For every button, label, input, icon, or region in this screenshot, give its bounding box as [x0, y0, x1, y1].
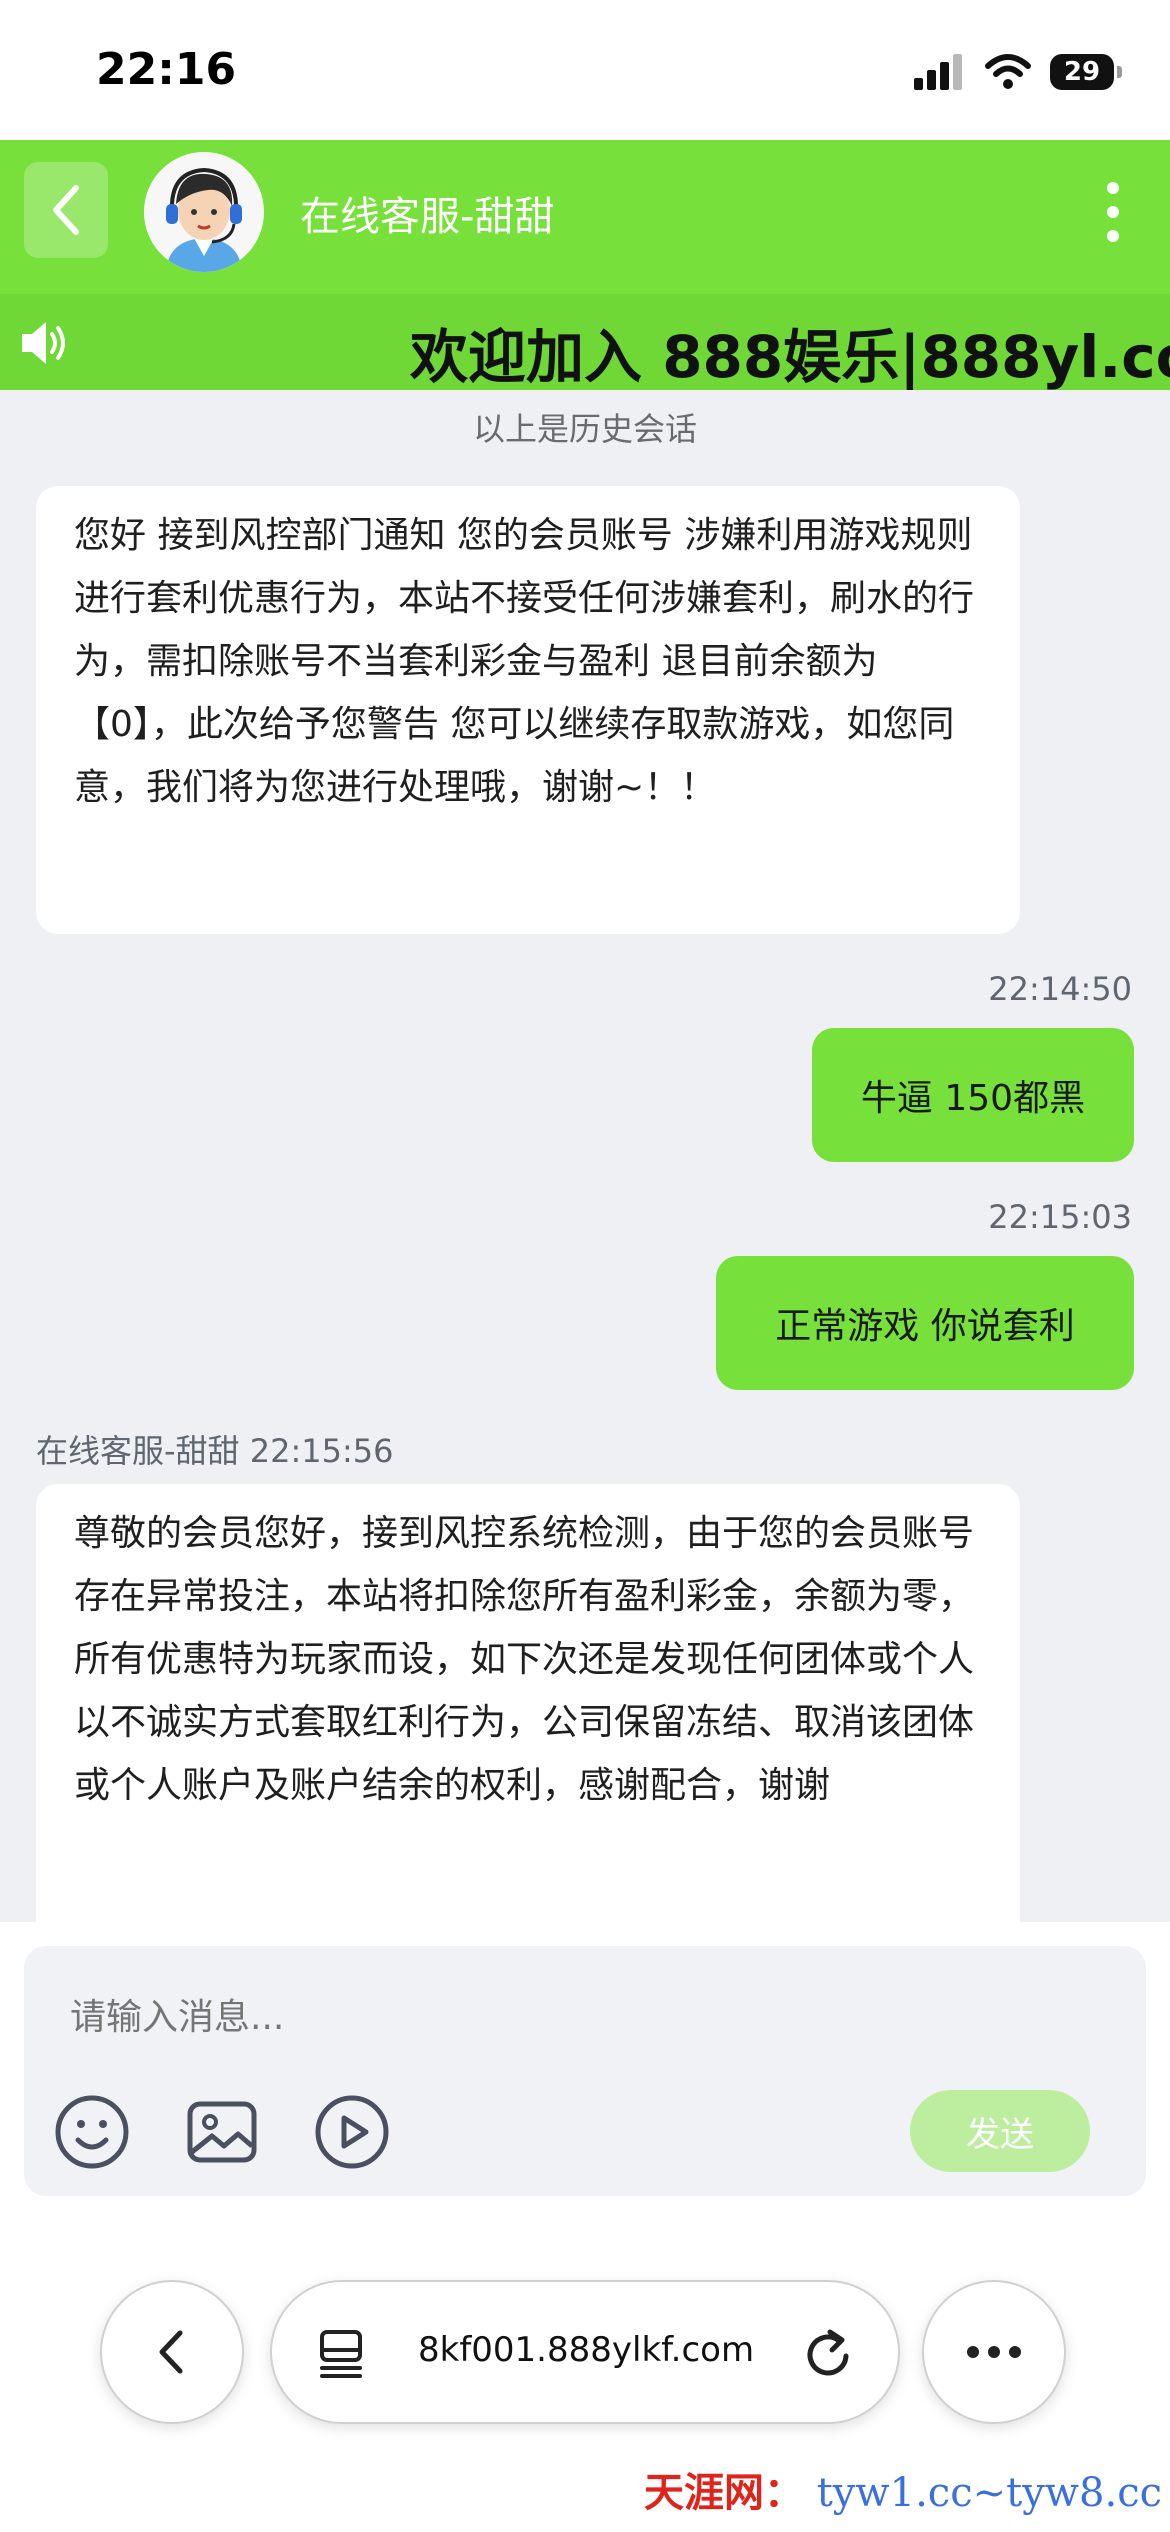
signal-icon [914, 54, 962, 90]
message-text: 您好 接到风控部门通知 您的会员账号 涉嫌利用游戏规则进行套利优惠行为，本站不接… [74, 515, 975, 808]
message-text: 尊敬的会员您好，接到风控系统检测，由于您的会员账号存在异常投注，本站将扣除您所有… [74, 1513, 975, 1806]
play-icon[interactable] [314, 2094, 390, 2170]
more-options-button[interactable] [1098, 180, 1128, 244]
status-bar: 22:16 29 [0, 0, 1170, 140]
address-bar[interactable]: 8kf001.888ylkf.com [270, 2280, 900, 2424]
ellipsis-icon [967, 2346, 1021, 2358]
battery-indicator: 29 [1050, 54, 1122, 90]
emoji-icon[interactable] [54, 2094, 130, 2170]
browser-back-button[interactable] [100, 2280, 244, 2424]
watermark-urls: tyw1.cc~tyw8.cc [816, 2470, 1162, 2516]
message-sender-meta: 在线客服-甜甜 22:15:56 [36, 1432, 394, 1470]
status-icons: 29 [914, 52, 1122, 92]
announcement-marquee: 欢迎加入 888娱乐|888yl.co [0, 294, 1170, 390]
image-icon[interactable] [184, 2094, 260, 2170]
marquee-text: 欢迎加入 888娱乐|888yl.co [410, 323, 1170, 390]
message-text: 正常游戏 你说套利 [775, 1306, 1075, 1347]
chat-header: 在线客服-甜甜 [0, 140, 1170, 294]
message-timestamp: 22:14:50 [988, 970, 1132, 1008]
watermark: 天涯网： tyw1.cc~tyw8.cc [644, 2460, 1162, 2518]
watermark-brand: 天涯网： [644, 2469, 804, 2516]
wifi-icon [985, 54, 1031, 89]
header-title: 在线客服-甜甜 [300, 194, 555, 240]
tabs-icon [320, 2330, 362, 2378]
chevron-left-icon [159, 2330, 183, 2374]
agent-message: 尊敬的会员您好，接到风控系统检测，由于您的会员账号存在异常投注，本站将扣除您所有… [36, 1484, 1020, 1964]
browser-more-button[interactable] [922, 2280, 1066, 2424]
agent-avatar [144, 152, 264, 272]
user-message: 牛逼 150都黑 [812, 1028, 1134, 1162]
user-message: 正常游戏 你说套利 [716, 1256, 1134, 1390]
browser-toolbar: 8kf001.888ylkf.com [0, 2280, 1170, 2440]
speaker-icon [22, 322, 65, 364]
agent-message: 您好 接到风控部门通知 您的会员账号 涉嫌利用游戏规则进行套利优惠行为，本站不接… [36, 486, 1020, 934]
message-input[interactable] [68, 1996, 972, 2039]
back-button[interactable] [24, 162, 108, 258]
message-composer: 发送 [24, 1946, 1146, 2196]
reload-icon[interactable] [802, 2326, 856, 2382]
avatar-headset [144, 152, 264, 272]
history-note: 以上是历史会话 [472, 410, 697, 448]
back-arrow-icon [53, 185, 79, 235]
send-button[interactable]: 发送 [910, 2090, 1090, 2172]
more-vertical-icon [1107, 182, 1119, 242]
url-text: 8kf001.888ylkf.com [418, 2330, 755, 2370]
message-timestamp: 22:15:03 [988, 1198, 1132, 1236]
status-time: 22:16 [96, 44, 237, 95]
message-text: 牛逼 150都黑 [860, 1078, 1086, 1119]
